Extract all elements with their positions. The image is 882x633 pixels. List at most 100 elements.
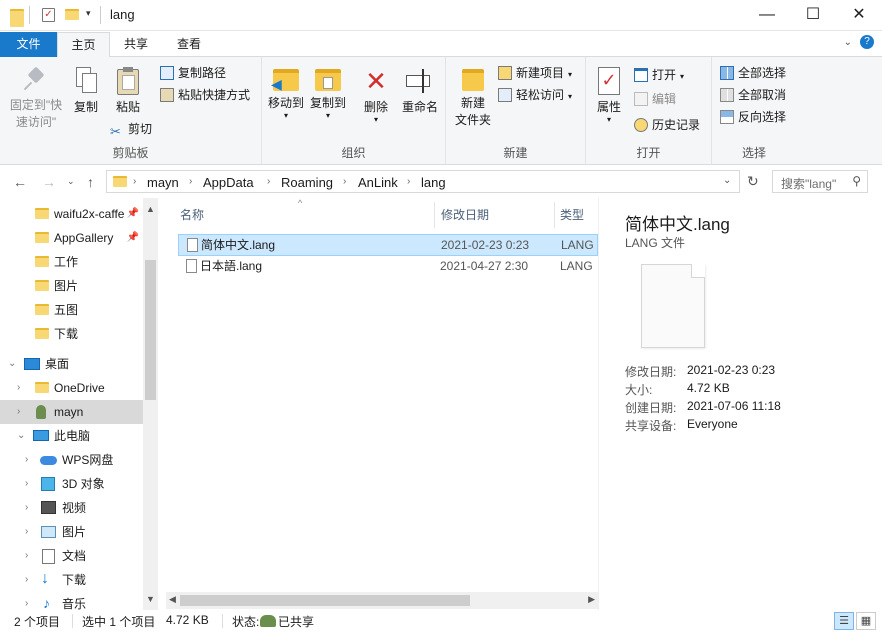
breadcrumb-appdata[interactable]: AppData: [203, 175, 254, 190]
collapsed-chevron-icon[interactable]: ›: [25, 472, 28, 496]
search-box[interactable]: 搜索"lang" ⚲: [772, 170, 868, 193]
copy-path-button[interactable]: 复制路径: [160, 63, 226, 83]
collapse-ribbon-icon[interactable]: ⌄: [844, 37, 852, 48]
file-row[interactable]: 日本語.lang 2021-04-27 2:30 LANG: [178, 256, 598, 278]
nav-item-3d-objects[interactable]: › 3D 对象: [0, 472, 143, 496]
nav-item-videos[interactable]: › 视频: [0, 496, 143, 520]
tab-view[interactable]: 查看: [164, 32, 214, 57]
search-input[interactable]: 搜索"lang": [781, 177, 836, 191]
back-arrow-icon[interactable]: ←: [13, 174, 27, 190]
up-arrow-icon[interactable]: ↑: [87, 174, 94, 190]
large-icons-view-icon[interactable]: ▦: [856, 612, 876, 630]
nav-item-downloads-quick[interactable]: 下载: [0, 322, 143, 346]
refresh-icon[interactable]: ↻: [747, 173, 759, 190]
customize-quick-access-icon[interactable]: ▾: [86, 8, 91, 19]
maximize-button[interactable]: ☐: [790, 0, 836, 30]
scroll-left-icon[interactable]: ◀: [169, 594, 176, 605]
cut-button[interactable]: ✂ 剪切: [110, 119, 152, 139]
nav-item-pictures[interactable]: › 图片: [0, 520, 143, 544]
recent-locations-chevron-icon[interactable]: ⌄: [67, 176, 75, 187]
nav-item-pictures-quick[interactable]: 图片: [0, 274, 143, 298]
expanded-chevron-icon[interactable]: ⌄: [8, 352, 16, 376]
rename-button[interactable]: 重命名: [400, 67, 440, 116]
history-button[interactable]: 历史记录: [634, 115, 700, 135]
expanded-chevron-icon[interactable]: ⌄: [17, 424, 25, 448]
address-bar[interactable]: › mayn › AppData › Roaming › AnLink › la…: [106, 170, 740, 193]
details-view-icon[interactable]: ☰: [834, 612, 854, 630]
select-all-button[interactable]: 全部选择: [720, 63, 786, 83]
search-icon[interactable]: ⚲: [852, 174, 861, 188]
breadcrumb-roaming[interactable]: Roaming: [281, 175, 333, 190]
collapsed-chevron-icon[interactable]: ›: [25, 568, 28, 592]
collapsed-chevron-icon[interactable]: ›: [25, 448, 28, 472]
properties-quick-icon[interactable]: ✓: [42, 8, 55, 22]
collapsed-chevron-icon[interactable]: ›: [25, 496, 28, 520]
invert-selection-button[interactable]: 反向选择: [720, 107, 786, 127]
new-folder-button[interactable]: 新建 文件夹: [452, 67, 494, 129]
nav-scroll-thumb[interactable]: [145, 260, 156, 400]
column-divider[interactable]: [554, 202, 555, 228]
edit-button[interactable]: 编辑: [634, 89, 676, 109]
scroll-up-icon[interactable]: ▲: [146, 204, 155, 214]
breadcrumb-separator-icon[interactable]: ›: [189, 176, 192, 187]
file-row[interactable]: 简体中文.lang 2021-02-23 0:23 LANG: [178, 234, 598, 256]
collapsed-chevron-icon[interactable]: ›: [25, 592, 28, 610]
close-button[interactable]: ✕: [836, 0, 882, 30]
column-header-type[interactable]: 类型: [560, 206, 584, 223]
paste-shortcut-icon: [160, 88, 174, 102]
breadcrumb-separator-icon[interactable]: ›: [133, 176, 136, 187]
breadcrumb-separator-icon[interactable]: ›: [343, 176, 346, 187]
tab-share[interactable]: 共享: [112, 32, 160, 57]
move-to-button[interactable]: ◀ 移动到 ▾: [266, 67, 306, 120]
breadcrumb-lang[interactable]: lang: [421, 175, 446, 190]
new-folder-quick-icon[interactable]: [65, 9, 79, 20]
new-folder-icon: [462, 69, 484, 91]
breadcrumb-anlink[interactable]: AnLink: [358, 175, 398, 190]
nav-item-downloads[interactable]: › ↓ 下载: [0, 568, 143, 592]
large-file-icon: [641, 264, 705, 348]
column-header-date[interactable]: 修改日期: [441, 206, 489, 223]
nav-item-this-pc[interactable]: ⌄ 此电脑: [0, 424, 143, 448]
collapsed-chevron-icon[interactable]: ›: [17, 376, 20, 400]
collapsed-chevron-icon[interactable]: ›: [25, 544, 28, 568]
nav-item-wps[interactable]: › WPS网盘: [0, 448, 143, 472]
tab-file[interactable]: 文件: [0, 32, 57, 57]
column-header-name[interactable]: 名称: [180, 206, 204, 223]
minimize-button[interactable]: —: [744, 0, 790, 30]
column-divider[interactable]: [434, 202, 435, 228]
easy-access-button[interactable]: 轻松访问 ▾: [498, 85, 572, 105]
copy-to-button[interactable]: 复制到 ▾: [308, 67, 348, 120]
select-none-button[interactable]: 全部取消: [720, 85, 786, 105]
breadcrumb-mayn[interactable]: mayn: [147, 175, 179, 190]
forward-arrow-icon[interactable]: →: [42, 174, 56, 190]
new-item-dropdown-icon: ▾: [568, 70, 573, 79]
nav-item-music[interactable]: › ♪ 音乐: [0, 592, 143, 610]
nav-item-onedrive[interactable]: › OneDrive: [0, 376, 143, 400]
collapsed-chevron-icon[interactable]: ›: [17, 400, 20, 424]
nav-item-waifu2x[interactable]: waifu2x-caffe 📌: [0, 202, 143, 226]
nav-item-work[interactable]: 工作: [0, 250, 143, 274]
delete-button[interactable]: ✕ 删除 ▾: [360, 67, 392, 124]
nav-item-wutu[interactable]: 五图: [0, 298, 143, 322]
nav-item-documents[interactable]: › 文档: [0, 544, 143, 568]
new-item-button[interactable]: 新建项目 ▾: [498, 63, 572, 83]
horizontal-scroll-thumb[interactable]: [180, 595, 470, 606]
paste-button[interactable]: 粘贴: [110, 67, 146, 116]
scroll-right-icon[interactable]: ▶: [588, 594, 595, 605]
breadcrumb-separator-icon[interactable]: ›: [267, 176, 270, 187]
open-button[interactable]: 打开 ▾: [634, 65, 684, 85]
nav-item-appgallery[interactable]: AppGallery 📌: [0, 226, 143, 250]
horizontal-scrollbar[interactable]: ◀ ▶: [166, 592, 598, 609]
collapsed-chevron-icon[interactable]: ›: [25, 520, 28, 544]
address-dropdown-icon[interactable]: ⌄: [723, 175, 731, 186]
scroll-down-icon[interactable]: ▼: [146, 594, 155, 604]
breadcrumb-separator-icon[interactable]: ›: [407, 176, 410, 187]
tab-home[interactable]: 主页: [57, 32, 110, 58]
properties-button[interactable]: ✓ 属性 ▾: [592, 67, 626, 124]
help-icon[interactable]: ?: [860, 35, 874, 49]
nav-item-desktop[interactable]: ⌄ 桌面: [0, 352, 143, 376]
copy-button[interactable]: 复制: [68, 67, 104, 116]
nav-item-user[interactable]: › mayn: [0, 400, 143, 424]
pin-quick-access-button[interactable]: 固定到"快 速访问": [6, 66, 66, 131]
paste-shortcut-button[interactable]: 粘贴快捷方式: [160, 85, 250, 105]
